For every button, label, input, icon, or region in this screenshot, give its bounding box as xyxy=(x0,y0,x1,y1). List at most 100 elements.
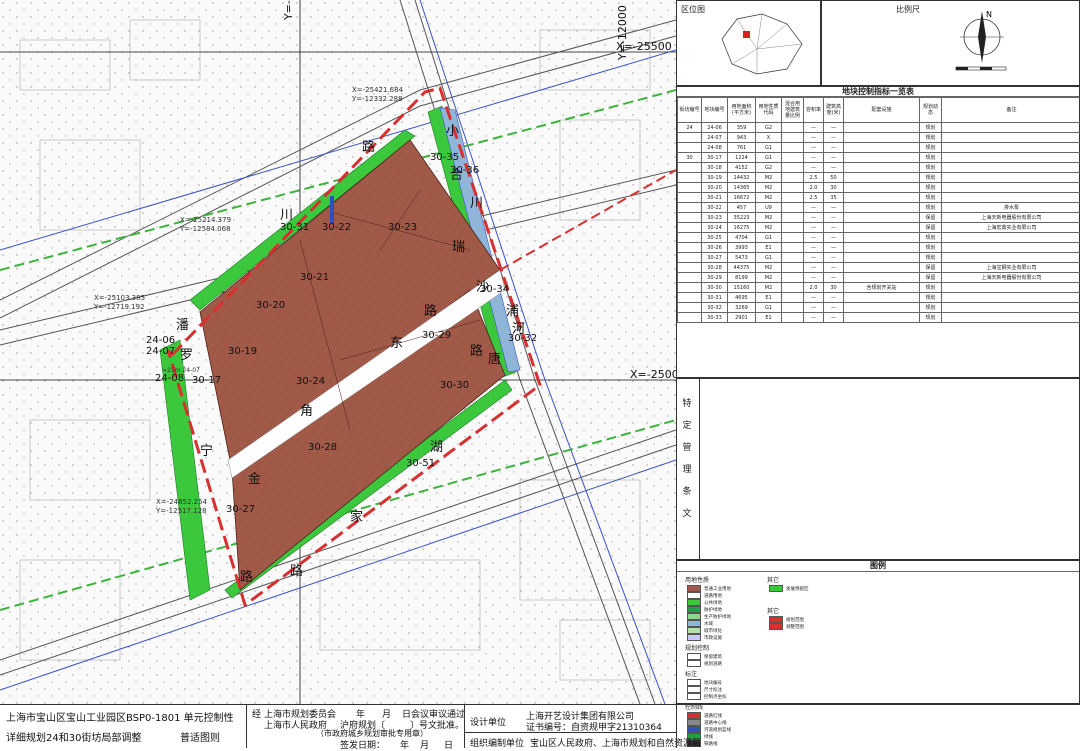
special-clauses-box: 特定管理条文 xyxy=(676,378,1080,560)
table-cell: — xyxy=(824,253,844,263)
table-cell: — xyxy=(804,203,824,213)
parcel-label: 30-19 xyxy=(228,346,257,357)
table-cell: 30-33 xyxy=(702,313,728,323)
table-cell xyxy=(782,203,804,213)
table-cell xyxy=(782,183,804,193)
road-name-char: 合 xyxy=(450,164,463,183)
table-cell: 30-18 xyxy=(702,163,728,173)
table-cell: 24 xyxy=(678,123,702,133)
table-header: 街坊编号地块编号用地面积(平方米)用地性质代码混合用地建筑量比例容积率建筑高度(… xyxy=(678,98,1080,123)
special-title-char: 文 xyxy=(681,503,693,525)
table-cell: 1224 xyxy=(728,153,756,163)
table-cell: 规划 xyxy=(920,133,942,143)
table-cell: 规划 xyxy=(920,313,942,323)
road-name-char: 小 xyxy=(446,120,459,139)
table-cell: 规划 xyxy=(920,293,942,303)
table-cell xyxy=(782,313,804,323)
legend-swatch xyxy=(769,623,783,630)
special-clauses-title: 特定管理条文 xyxy=(681,393,693,525)
table-cell: — xyxy=(804,153,824,163)
table-cell xyxy=(844,163,920,173)
table-row: 30-1914432M22.550规划 xyxy=(678,173,1080,183)
table-cell xyxy=(678,203,702,213)
org-unit-label: 组织编制单位 xyxy=(470,736,524,749)
table-cell: 规划 xyxy=(920,243,942,253)
table-cell xyxy=(678,243,702,253)
table-cell: 保留 xyxy=(920,223,942,233)
table-cell: G1 xyxy=(756,153,782,163)
legend-swatch xyxy=(687,613,701,620)
map-area[interactable]: 30-3530-3630-3130-2230-2330-2130-2030-19… xyxy=(0,0,677,704)
legend-item: 生产防护绿地 xyxy=(687,613,761,620)
legend-item: 市政设施 xyxy=(687,634,761,641)
plan-legend: 保留建筑规划道路 xyxy=(681,653,761,667)
table-cell xyxy=(844,313,920,323)
table-cell xyxy=(782,263,804,273)
table-header-cell: 混合用地建筑量比例 xyxy=(782,98,804,123)
table-cell: 规划 xyxy=(920,253,942,263)
road-name-char: 湖 xyxy=(430,436,443,455)
table-row: 30-275473G1——规划 xyxy=(678,253,1080,263)
legend-swatch xyxy=(687,585,701,592)
legend-swatch xyxy=(769,616,783,623)
table-cell xyxy=(678,233,702,243)
grid-label-x25000: X=-25000 xyxy=(630,368,677,381)
table-header-cell: 地块编号 xyxy=(702,98,728,123)
table-cell: 保留 xyxy=(920,213,942,223)
map-canvas xyxy=(0,0,676,704)
road-name-char: 潘 xyxy=(176,314,189,333)
table-cell: 规划 xyxy=(920,163,942,173)
table-cell xyxy=(782,303,804,313)
table-cell: — xyxy=(804,223,824,233)
table-cell: 规划 xyxy=(920,153,942,163)
table-cell: 30-25 xyxy=(702,233,728,243)
legend-label: 水域 xyxy=(704,621,713,627)
legend-swatch xyxy=(687,686,701,693)
legend-item: 调整范围 xyxy=(769,623,843,630)
legend-label: 普通工业用地 xyxy=(704,586,731,592)
table-row: 30-2416275M2——保留上海宏鼎实业有限公司 xyxy=(678,223,1080,233)
table-cell xyxy=(782,133,804,143)
table-header-cell: 规划动态 xyxy=(920,98,942,123)
parcel-label: 30-51 xyxy=(406,458,435,469)
table-cell: E1 xyxy=(756,243,782,253)
legend-item: 水域 xyxy=(687,620,761,627)
legend-item: 普通工业用地 xyxy=(687,585,761,592)
legend-label: 城市绿化 xyxy=(704,628,722,634)
table-cell xyxy=(942,173,1080,183)
sign-date-label: 签发日期： xyxy=(340,738,385,751)
table-cell: 24-06 xyxy=(702,123,728,133)
table-cell xyxy=(844,263,920,273)
table-cell: 30-17 xyxy=(702,153,728,163)
special-title-char: 管 xyxy=(681,437,693,459)
table-header-cell: 街坊编号 xyxy=(678,98,702,123)
table-cell: 规划 xyxy=(920,303,942,313)
table-cell: — xyxy=(804,243,824,253)
table-cell: 35 xyxy=(824,193,844,203)
table-cell: M2 xyxy=(756,193,782,203)
table-cell: 规划 xyxy=(920,143,942,153)
table-cell xyxy=(678,273,702,283)
parcel-label: 24-06 xyxy=(146,335,175,346)
table-cell: 30 xyxy=(824,183,844,193)
table-cell: 50 xyxy=(824,173,844,183)
special-title-char: 定 xyxy=(681,415,693,437)
table-row: 30-2335223M2——保留上海天新电器股份有限公司 xyxy=(678,213,1080,223)
land-use-legend: 普通工业用地道路用地公共绿地防护绿地生产防护绿地水域城市绿化市政设施 xyxy=(681,585,761,641)
table-row: 30-298199M2——保留上海天新电器股份有限公司 xyxy=(678,273,1080,283)
grid-label-x25500: X=-25500 xyxy=(616,40,672,53)
table-cell xyxy=(678,163,702,173)
table-row: 30-263993E1——规划 xyxy=(678,243,1080,253)
table-cell xyxy=(678,193,702,203)
table-cell: M2 xyxy=(756,273,782,283)
table-cell: 30-31 xyxy=(702,293,728,303)
legend-col-2: 其它 发展预留区 其它 规划范围调整范围 xyxy=(763,573,843,630)
other-heading: 其它 xyxy=(767,575,843,584)
table-row: 30-2014365M22.030规划 xyxy=(678,183,1080,193)
road-name-char: 河 xyxy=(512,318,525,337)
legend-swatch xyxy=(687,693,701,700)
table-cell: 规划 xyxy=(920,173,942,183)
table-title: 地块控制指标一览表 xyxy=(677,87,1079,97)
table-cell: 943 xyxy=(728,133,756,143)
table-cell xyxy=(844,273,920,283)
